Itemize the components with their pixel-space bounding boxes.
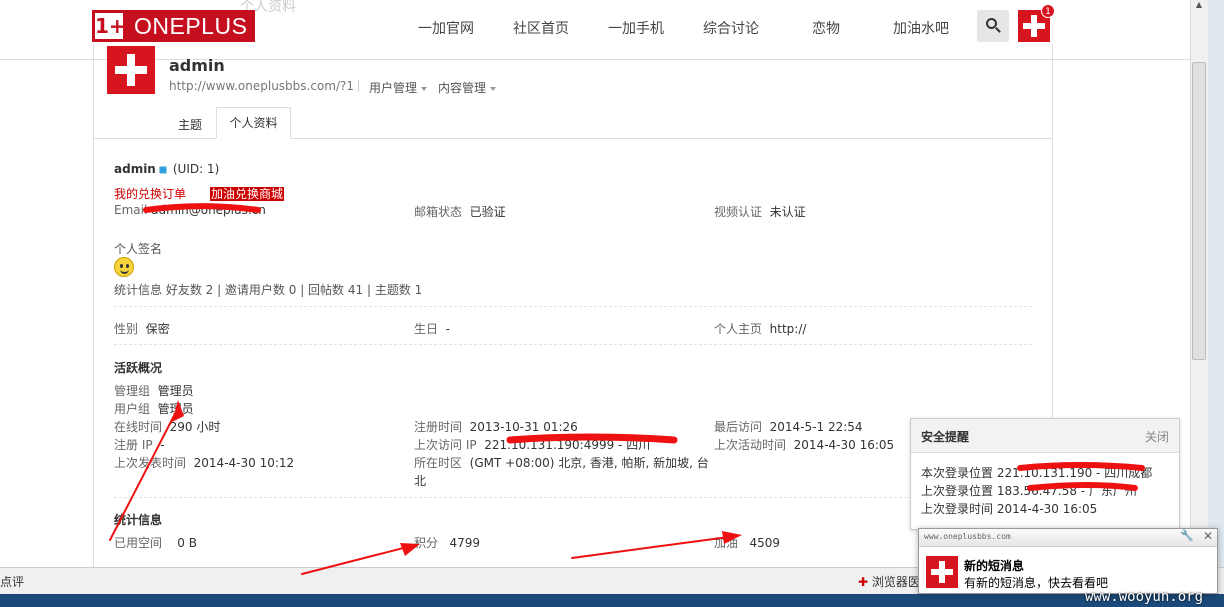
reg-ip-row: 注册 IP - [114, 438, 165, 452]
smiley-icon [114, 257, 134, 277]
tab-threads[interactable]: 主题 [178, 116, 202, 133]
profile-username: admin [169, 56, 225, 75]
nav-oneplus-phone[interactable]: 一加手机 [608, 18, 664, 38]
timezone-row-wrap: 北 [414, 474, 427, 488]
user-group-row: 用户组 管理员 [114, 402, 194, 416]
notification-site: www.oneplusbbs.com [924, 532, 1011, 541]
oneplus-cross-icon [115, 54, 147, 86]
window-edge [1208, 0, 1224, 567]
logo-mark-icon: 1+ [92, 10, 126, 42]
homepage-row: 个人主页 http:// [714, 322, 807, 336]
nav-gadgets[interactable]: 恋物 [812, 18, 840, 38]
tab-profile[interactable]: 个人资料 [216, 107, 291, 139]
online-time-row: 在线时间 290 小时 [114, 420, 221, 434]
oneplus-logo[interactable]: 1+ ONEPLUS [92, 10, 256, 42]
points-row: 积分 4799 [414, 536, 481, 550]
nav-general-discussion[interactable]: 综合讨论 [703, 18, 759, 38]
content-manage-menu[interactable]: 内容管理 [438, 79, 497, 96]
fuel-row: 加油 4509 [714, 536, 781, 550]
security-title: 安全提醒 [921, 430, 970, 444]
security-line-current: 本次登录位置 221.10.131.190 - 四川成都 [921, 466, 1153, 480]
oneplus-cross-icon [931, 561, 953, 583]
security-line-last: 上次登录位置 183.56.47.58 - 广东广州 [921, 484, 1137, 498]
security-close-button[interactable]: 关闭 [1145, 428, 1169, 445]
activity-title: 活跃概况 [114, 361, 163, 375]
email-row: Email admin@oneplus.cn [114, 203, 266, 217]
chevron-down-icon [421, 86, 428, 91]
chevron-down-icon [490, 86, 497, 91]
last-post-row: 上次发表时间 2014-4-30 10:12 [114, 456, 295, 470]
gender-row: 性别 保密 [114, 322, 170, 336]
nav-official-site[interactable]: 一加官网 [418, 18, 474, 38]
notification-title: 新的短消息 [964, 559, 1025, 573]
profile-avatar[interactable] [107, 46, 155, 94]
signature-label: 个人签名 [114, 242, 163, 256]
video-auth-row: 视频认证 未认证 [714, 205, 806, 219]
user-manage-menu[interactable]: 用户管理 [369, 79, 428, 96]
profile-url[interactable]: http://www.oneplusbbs.com/?1 [169, 79, 354, 93]
stats-summary: 统计信息 好友数 2 | 邀请用户数 0 | 回帖数 41 | 主题数 1 [114, 283, 423, 297]
last-active-row: 上次活动时间 2014-4-30 16:05 [714, 438, 895, 452]
my-orders-link[interactable]: 我的兑换订单 [114, 185, 186, 202]
timezone-row: 所在时区 (GMT +08:00) 北京, 香港, 帕斯, 新加坡, 台 [414, 456, 709, 470]
space-row: 已用空间 0 B [114, 536, 197, 550]
security-line-time: 上次登录时间 2014-4-30 16:05 [921, 502, 1098, 516]
wrench-icon[interactable]: 🔧 [1180, 529, 1194, 542]
admin-group-row: 管理组 管理员 [114, 384, 194, 398]
notification-badge: 1 [1041, 4, 1055, 18]
reg-time-row: 注册时间 2013-10-31 01:26 [414, 420, 578, 434]
scroll-thumb[interactable] [1192, 62, 1206, 360]
taskbar [0, 594, 1224, 607]
status-left-text[interactable]: 点评 [0, 573, 24, 590]
search-button[interactable] [977, 10, 1009, 42]
profile-info-name: admin (UID: 1) [114, 162, 220, 176]
last-visit-row: 最后访问 2014-5-1 22:54 [714, 420, 863, 434]
online-status-icon [158, 165, 167, 174]
notification-avatar [926, 556, 958, 588]
logo-text: ONEPLUS [126, 10, 256, 42]
fuel-mall-link[interactable]: 加油兑换商城 [210, 185, 285, 202]
stats-title: 统计信息 [114, 513, 163, 527]
close-icon[interactable]: ✕ [1203, 529, 1213, 543]
watermark: www.wooyun.org [1085, 589, 1204, 605]
nav-water-bar[interactable]: 加油水吧 [893, 18, 949, 38]
scroll-up-icon[interactable]: ▲ [1192, 0, 1206, 10]
status-right-item[interactable]: ✚ 浏览器医 [858, 573, 920, 590]
birthday-row: 生日 - [414, 322, 450, 336]
plus-icon: ✚ [858, 575, 869, 589]
mail-status-row: 邮箱状态 已验证 [414, 205, 506, 219]
nav-community-home[interactable]: 社区首页 [513, 18, 569, 38]
last-ip-row: 上次访问 IP 221.10.131.190:4999 - 四川 [414, 438, 651, 452]
